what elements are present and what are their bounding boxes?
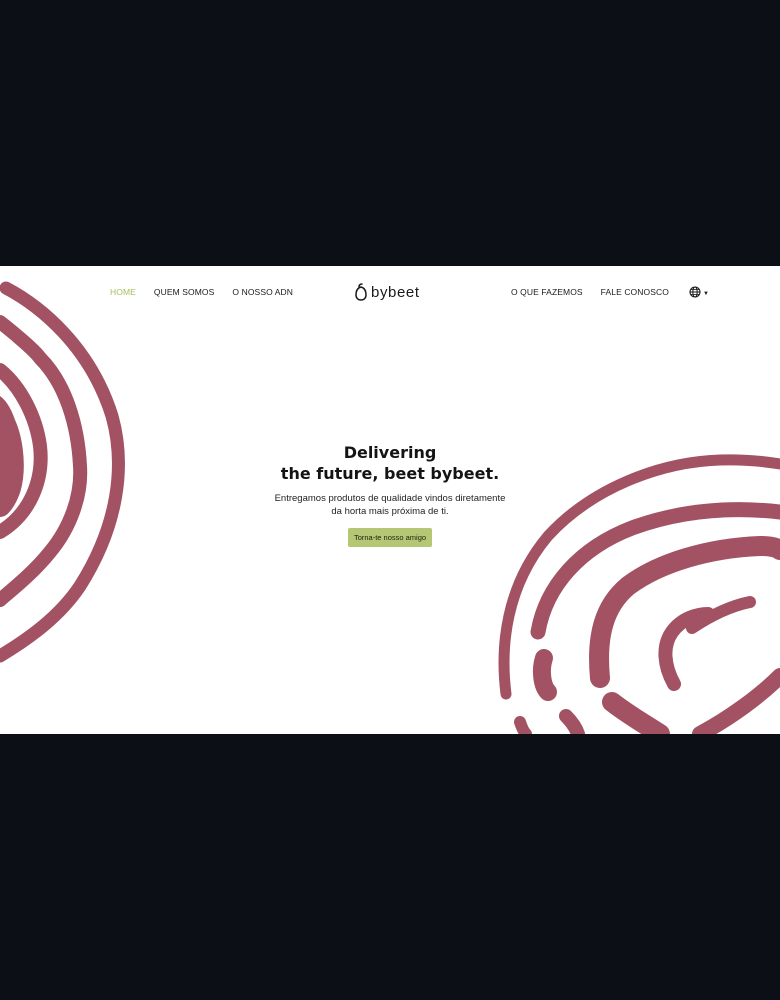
nav-quem-somos[interactable]: QUEM SOMOS [154, 285, 215, 299]
cta-button[interactable]: Torna-te nosso amigo [347, 528, 433, 547]
hero-section: Delivering the future, beet bybeet. Entr… [0, 442, 780, 547]
brand-logo[interactable]: bybeet [354, 283, 420, 301]
nav-o-que-fazemos[interactable]: O QUE FAZEMOS [511, 285, 583, 299]
hero-title: Delivering the future, beet bybeet. [0, 442, 780, 484]
chevron-down-icon: ▼ [702, 290, 709, 297]
brand-name: bybeet [371, 283, 420, 301]
nav-left: HOME QUEM SOMOS O NOSSO ADN [110, 285, 293, 299]
hero-subtitle-line1: Entregamos produtos de qualidade vindos … [274, 493, 506, 504]
hero-subtitle-line2: da horta mais próxima de ti. [331, 506, 449, 517]
globe-icon [689, 286, 701, 298]
nav-o-nosso-adn[interactable]: O NOSSO ADN [232, 285, 293, 299]
beet-logo-icon [355, 283, 367, 301]
hero-subtitle: Entregamos produtos de qualidade vindos … [0, 492, 780, 518]
hero-title-line2: the future, beet bybeet. [280, 464, 500, 483]
hero-title-line1: Delivering [343, 443, 437, 462]
language-selector[interactable]: ▼ [689, 286, 709, 298]
nav-fale-conosco[interactable]: FALE CONOSCO [601, 285, 669, 299]
page: HOME QUEM SOMOS O NOSSO ADN bybeet O QUE… [0, 266, 780, 734]
nav-home[interactable]: HOME [110, 285, 136, 299]
nav-right: O QUE FAZEMOS FALE CONOSCO ▼ [511, 285, 709, 299]
